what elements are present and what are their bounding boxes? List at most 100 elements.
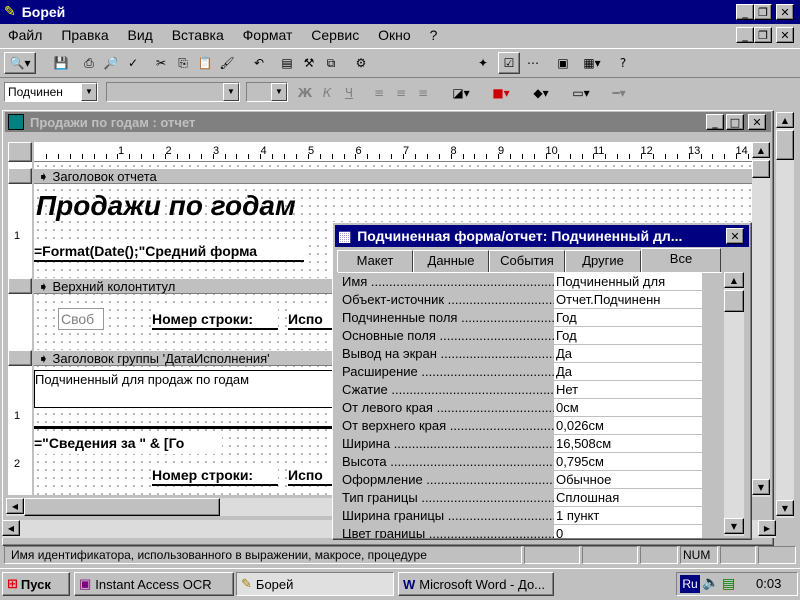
subform-control[interactable]: Подчиненный для продаж по годам [34, 370, 334, 408]
scroll-down-icon[interactable]: ▼ [776, 500, 794, 516]
help-icon[interactable]: ? [612, 52, 634, 74]
property-row[interactable]: Расширение .............................… [338, 363, 702, 381]
property-row[interactable]: Имя ....................................… [338, 273, 702, 291]
property-value[interactable]: Нет [554, 381, 702, 399]
size-combo[interactable]: ▼ [246, 82, 288, 102]
property-value[interactable]: Сплошная [554, 489, 702, 507]
property-value[interactable]: Год [554, 309, 702, 327]
align-right-icon[interactable]: ≡ [412, 82, 434, 104]
scroll-left-icon[interactable]: ◀ [6, 498, 24, 514]
app-icon[interactable]: ✎ [4, 4, 16, 20]
object-combo[interactable]: Подчинен ▼ [4, 82, 98, 102]
report-minimize-button[interactable]: _ [706, 114, 724, 130]
menu-tools[interactable]: Сервис [311, 27, 359, 43]
row-number-label-2[interactable]: Номер строки: [152, 464, 278, 486]
property-value[interactable]: 1 пункт [554, 507, 702, 525]
properties-icon[interactable]: ☑ [498, 52, 520, 74]
property-row[interactable]: Объект-источник ........................… [338, 291, 702, 309]
section-selector[interactable] [8, 278, 32, 294]
property-row[interactable]: Подчиненные поля .......................… [338, 309, 702, 327]
doc-restore-button[interactable]: ❐ [754, 27, 772, 43]
report-title-label[interactable]: Продажи по годам [36, 188, 326, 224]
horizontal-ruler[interactable]: 123456789101112131415 [34, 142, 752, 162]
align-left-icon[interactable]: ≡ [368, 82, 390, 104]
property-row[interactable]: Цвет границы ...........................… [338, 525, 702, 538]
scroll-down-icon[interactable]: ▼ [724, 518, 744, 534]
property-row[interactable]: Высота .................................… [338, 453, 702, 471]
exec-label-2[interactable]: Испо [288, 464, 332, 486]
align-center-icon[interactable]: ≡ [390, 82, 412, 104]
taskbar-item-ocr[interactable]: ▣ Instant Access OCR [74, 572, 234, 596]
property-row[interactable]: Оформление .............................… [338, 471, 702, 489]
paste-icon[interactable]: 📋 [194, 52, 216, 74]
tab-all[interactable]: Все [641, 248, 721, 272]
font-color-icon[interactable]: ■▾ [484, 82, 518, 104]
font-combo[interactable]: ▼ [106, 82, 240, 102]
property-row[interactable]: Вывод на экран .........................… [338, 345, 702, 363]
copy-icon[interactable]: ⎘ [172, 52, 194, 74]
sorting-grouping-icon[interactable]: ⧉ [320, 52, 342, 74]
free-field[interactable]: Своб [58, 308, 104, 330]
fill-color-icon[interactable]: ◪▾ [444, 82, 478, 104]
scroll-right-icon[interactable]: ▶ [758, 520, 776, 536]
start-button[interactable]: ⊞ Пуск [2, 572, 70, 596]
hscroll-thumb[interactable] [24, 498, 220, 516]
line-width-icon[interactable]: ▭▾ [564, 82, 598, 104]
italic-button[interactable]: К [316, 82, 338, 104]
database-window-icon[interactable]: ▣ [552, 52, 574, 74]
format-painter-icon[interactable]: 🖌 [216, 52, 238, 74]
section-selector[interactable] [8, 350, 32, 366]
scroll-thumb[interactable] [724, 290, 744, 312]
bold-button[interactable]: Ж [294, 82, 316, 104]
property-value[interactable]: 0,795см [554, 453, 702, 471]
property-value[interactable]: 0см [554, 399, 702, 417]
report-header-bar[interactable]: ➧ Заголовок отчета [34, 168, 752, 184]
save-icon[interactable]: 💾 [50, 52, 72, 74]
property-row[interactable]: От левого края .........................… [338, 399, 702, 417]
doc-close-button[interactable]: ✕ [776, 27, 794, 43]
line-color-icon[interactable]: ◆▾ [524, 82, 558, 104]
property-value[interactable]: 0 [554, 525, 702, 538]
date-field[interactable]: =Format(Date();"Средний форма [34, 240, 304, 262]
property-value[interactable]: Подчиненный для [554, 273, 702, 291]
property-row[interactable]: Ширина .................................… [338, 435, 702, 453]
tab-data[interactable]: Данные [413, 250, 489, 272]
menu-edit[interactable]: Правка [61, 27, 108, 43]
menu-insert[interactable]: Вставка [172, 27, 224, 43]
special-effect-icon[interactable]: ━▾ [602, 82, 636, 104]
taskbar-item-borey[interactable]: ✎ Борей [236, 572, 394, 596]
tab-events[interactable]: События [489, 250, 565, 272]
vertical-ruler[interactable]: 1 1 2 [8, 162, 32, 495]
property-value[interactable]: Обычное [554, 471, 702, 489]
view-icon[interactable]: 🔍▾ [4, 52, 36, 74]
report-vscroll[interactable]: ▲ ▼ [752, 142, 770, 497]
underline-button[interactable]: Ч [338, 82, 360, 104]
tray-app-icon[interactable]: ▤ [722, 575, 735, 592]
properties-close-button[interactable]: ✕ [726, 228, 744, 244]
property-value[interactable]: Да [554, 363, 702, 381]
app-close-button[interactable]: ✕ [776, 4, 794, 20]
field-list-icon[interactable]: ▤ [276, 52, 298, 74]
doc-minimize-button[interactable]: _ [736, 27, 754, 43]
tab-layout[interactable]: Макет [337, 250, 413, 272]
new-object-icon[interactable]: ▦▾ [576, 52, 608, 74]
taskbar-item-word[interactable]: W Microsoft Word - До... [398, 572, 554, 596]
exec-label[interactable]: Испо [288, 308, 332, 330]
property-value[interactable]: Да [554, 345, 702, 363]
scroll-up-icon[interactable]: ▲ [776, 112, 794, 128]
property-row[interactable]: Ширина границы .........................… [338, 507, 702, 525]
row-number-label[interactable]: Номер строки: [152, 308, 278, 330]
build-icon[interactable]: ⋯ [522, 52, 544, 74]
property-row[interactable]: Сжатие .................................… [338, 381, 702, 399]
code-icon[interactable]: ✦ [472, 52, 494, 74]
property-value[interactable]: Отчет.Подчиненн [554, 291, 702, 309]
property-row[interactable]: От верхнего края .......................… [338, 417, 702, 435]
property-value[interactable]: 0,026см [554, 417, 702, 435]
menu-help[interactable]: ? [430, 27, 438, 43]
property-value[interactable]: 16,508см [554, 435, 702, 453]
tab-other[interactable]: Другие [565, 250, 641, 272]
properties-vscroll[interactable]: ▲ ▼ [724, 272, 744, 536]
report-maximize-button[interactable]: □ [726, 114, 744, 130]
undo-icon[interactable]: ↶ [248, 52, 270, 74]
scroll-thumb[interactable] [752, 160, 770, 178]
